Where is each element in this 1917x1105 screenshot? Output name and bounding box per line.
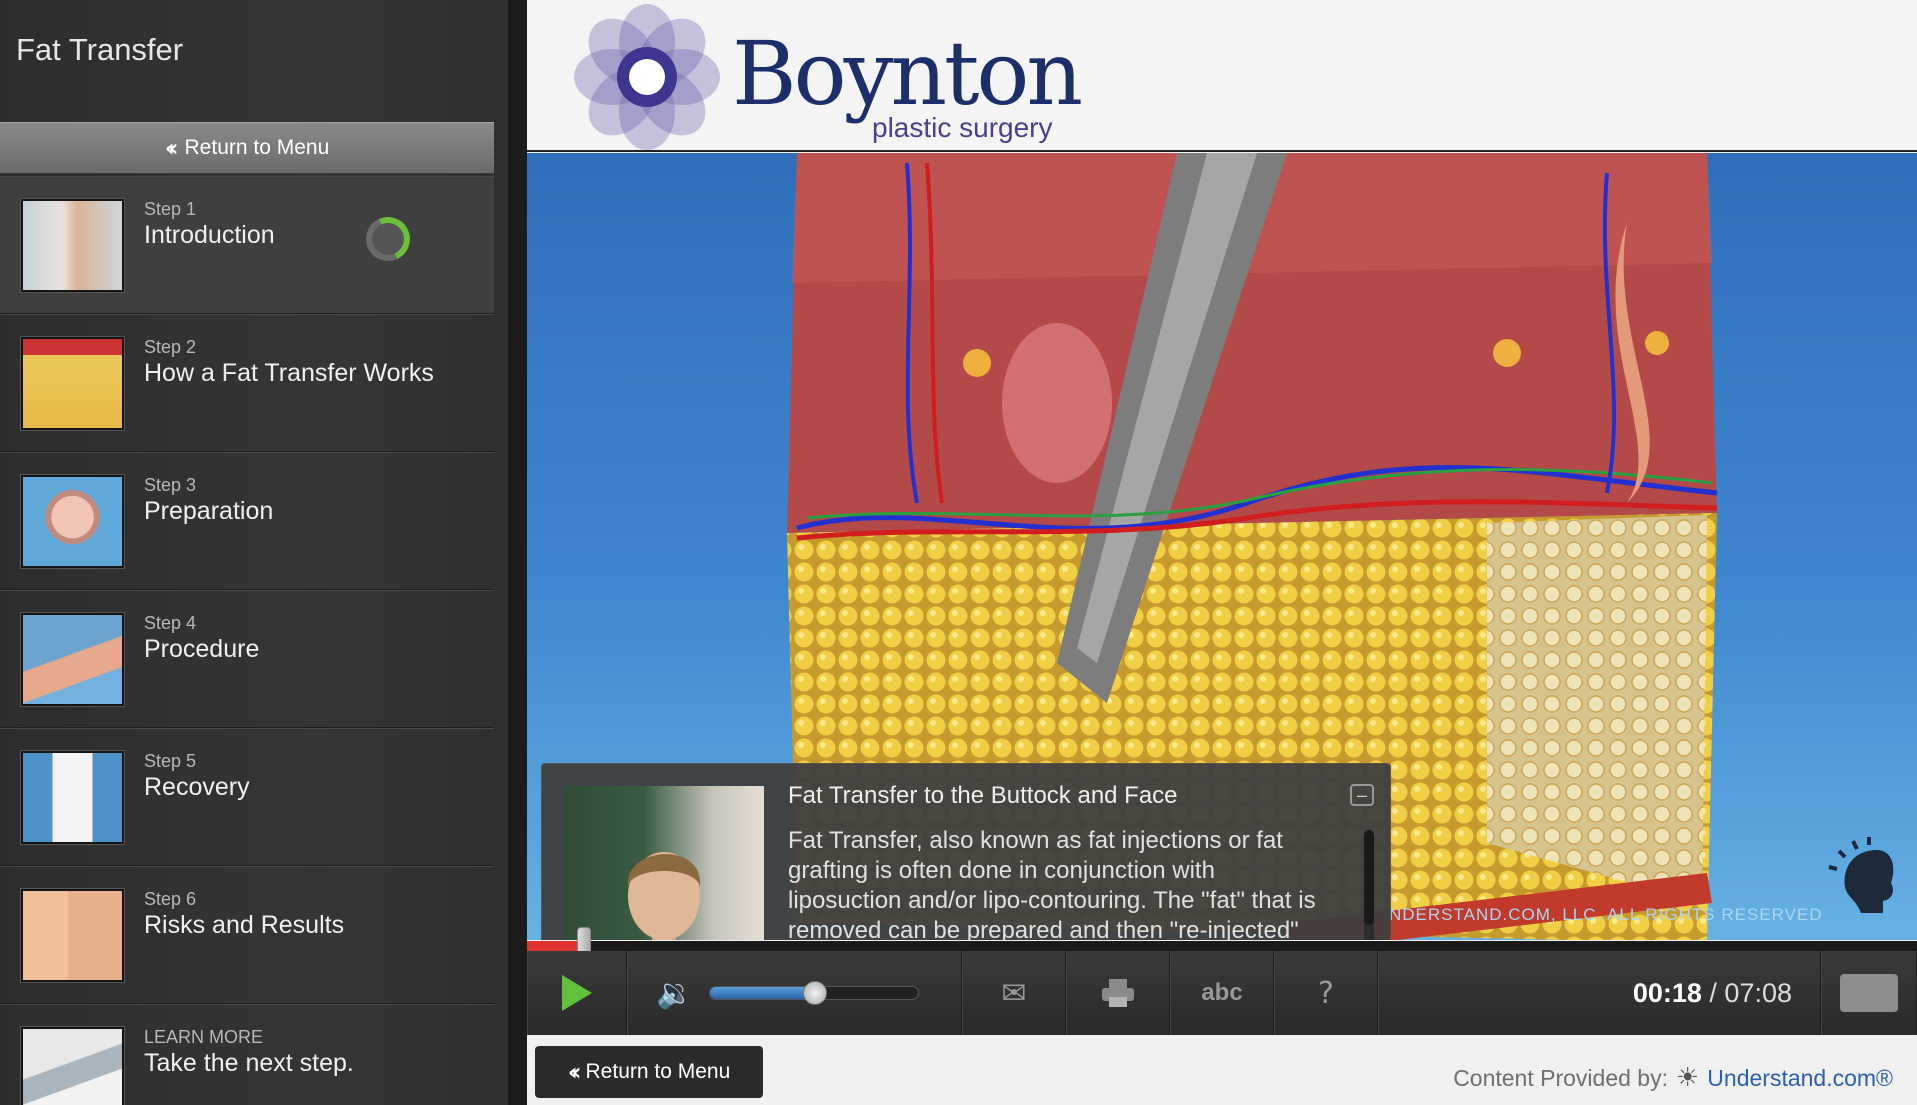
email-button[interactable]: ✉: [962, 951, 1066, 1035]
brand-name: Boynton: [732, 22, 1083, 125]
video-frame[interactable]: NDERSTAND.COM, LLC. ALL RIGHTS RESERVED: [527, 153, 1917, 940]
surgeon-photo: [564, 786, 764, 940]
info-title: Fat Transfer to the Buttock and Face: [788, 782, 1178, 809]
header: Boynton plastic surgery: [527, 0, 1917, 152]
step-item-preparation[interactable]: Step 3 Preparation: [0, 452, 494, 590]
volume-level: [710, 987, 816, 999]
step-number: Step 1: [144, 199, 197, 219]
play-icon: [562, 975, 592, 1011]
volume-control: 🔉: [627, 951, 962, 1035]
sidebar-return-label: Return to Menu: [184, 136, 330, 159]
total-time: 07:08: [1724, 977, 1792, 1008]
step-number: Step 5: [144, 751, 197, 771]
step-name: Recovery: [144, 773, 250, 801]
print-icon: [1102, 979, 1134, 1007]
progress-bar[interactable]: [527, 927, 1917, 971]
step-number: LEARN MORE: [144, 1027, 264, 1047]
footer: ‹‹ Return to Menu Content Provided by: ☀…: [527, 1035, 1917, 1105]
step-name: Preparation: [144, 497, 274, 525]
credit-brand-link[interactable]: Understand.com®: [1707, 1065, 1893, 1092]
info-scrollbar[interactable]: [1364, 830, 1374, 940]
copyright-watermark: NDERSTAND.COM, LLC. ALL RIGHTS RESERVED: [1389, 905, 1823, 924]
captions-icon: abc: [1201, 979, 1243, 1006]
sidebar: Fat Transfer ‹‹ Return to Menu Step 1 In…: [0, 0, 527, 1105]
step-list: Step 1 Introduction Step 2 How a Fat Tra…: [0, 176, 494, 1105]
step-item-risks-results[interactable]: Step 6 Risks and Results: [0, 866, 494, 1004]
brand-subtitle: plastic surgery: [872, 112, 1053, 143]
step-item-recovery[interactable]: Step 5 Recovery: [0, 728, 494, 866]
double-chevron-left-icon: ‹‹: [164, 134, 179, 162]
scroll-thumb[interactable]: [1364, 830, 1374, 925]
step-thumbnail: [21, 1027, 124, 1105]
speaker-icon[interactable]: 🔉: [656, 976, 693, 1011]
double-chevron-left-icon: ‹‹: [567, 1058, 582, 1086]
step-thumbnail: [21, 337, 124, 430]
minimize-button[interactable]: –: [1350, 784, 1374, 806]
step-thumbnail: [21, 475, 124, 568]
print-button[interactable]: [1066, 951, 1170, 1035]
email-icon: ✉: [1001, 975, 1027, 1011]
time-display: 00:18 / 07:08: [1378, 951, 1821, 1035]
footer-return-to-menu-button[interactable]: ‹‹ Return to Menu: [535, 1046, 763, 1098]
step-name: How a Fat Transfer Works: [144, 359, 434, 387]
step-name: Risks and Results: [144, 911, 345, 939]
help-button[interactable]: ?: [1274, 951, 1378, 1035]
volume-slider[interactable]: [709, 981, 920, 1005]
step-number: Step 4: [144, 613, 197, 633]
time-separator: /: [1701, 977, 1725, 1008]
step-number: Step 2: [144, 337, 197, 357]
step-thumbnail: [21, 613, 124, 706]
volume-knob[interactable]: [803, 981, 828, 1005]
main-panel: Boynton plastic surgery NDERSTAND.COM, L…: [527, 0, 1917, 1105]
credit-prefix: Content Provided by:: [1453, 1064, 1668, 1091]
step-thumbnail: [21, 889, 124, 982]
flower-logo-icon: [574, 4, 720, 150]
fullscreen-button[interactable]: [1821, 951, 1917, 1035]
sidebar-return-to-menu-button[interactable]: ‹‹ Return to Menu: [0, 122, 494, 174]
understand-logo-icon: ☀: [1675, 1063, 1700, 1093]
step-number: Step 6: [144, 889, 197, 909]
fullscreen-icon: [1840, 974, 1898, 1012]
step-item-procedure[interactable]: Step 4 Procedure: [0, 590, 494, 728]
play-button[interactable]: [527, 951, 627, 1035]
info-body: Fat Transfer, also known as fat injectio…: [788, 827, 1316, 940]
player-controls: 🔉 ✉ abc ? 00:18 / 07:08: [527, 951, 1917, 1035]
step-thumbnail: [21, 199, 124, 292]
info-panel: Fat Transfer to the Buttock and Face Fat…: [541, 763, 1391, 940]
understand-head-logo-icon: [1828, 837, 1894, 913]
content-credit: Content Provided by: ☀ Understand.com®: [1453, 1063, 1893, 1093]
step-name: Introduction: [144, 221, 275, 249]
footer-return-label: Return to Menu: [585, 1060, 731, 1083]
step-number: Step 3: [144, 475, 197, 495]
step-thumbnail: [21, 751, 124, 844]
captions-button[interactable]: abc: [1170, 951, 1274, 1035]
step-name: Procedure: [144, 635, 260, 663]
step-item-how-it-works[interactable]: Step 2 How a Fat Transfer Works: [0, 314, 494, 452]
step-name: Take the next step.: [144, 1049, 354, 1077]
help-icon: ?: [1318, 975, 1334, 1011]
sidebar-title: Fat Transfer: [16, 32, 184, 67]
sidebar-scrollbar[interactable]: [508, 0, 527, 1105]
current-time: 00:18: [1632, 977, 1702, 1008]
step-item-learn-more[interactable]: LEARN MORE Take the next step.: [0, 1004, 494, 1105]
loading-spinner-icon: [359, 210, 417, 268]
step-item-introduction[interactable]: Step 1 Introduction: [0, 176, 494, 314]
